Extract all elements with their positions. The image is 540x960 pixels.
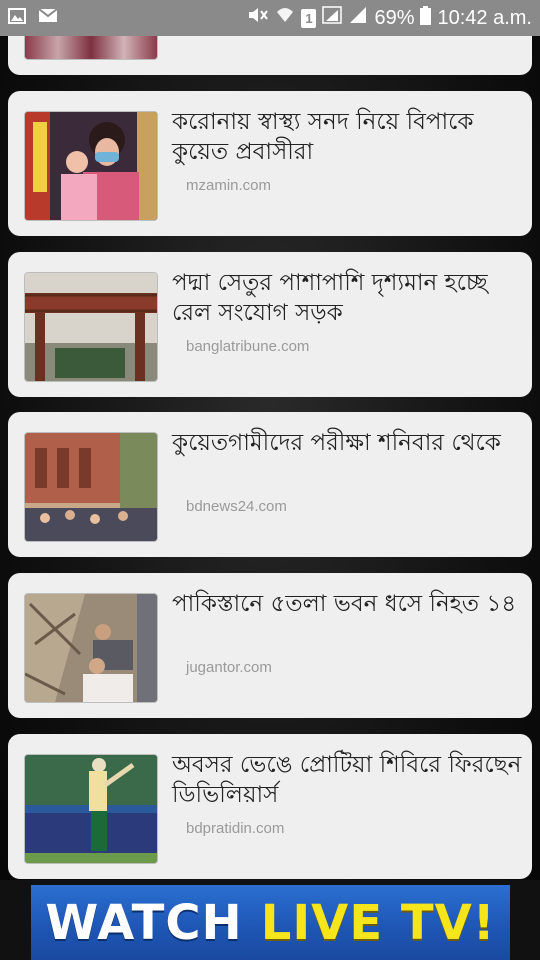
news-thumbnail (24, 593, 158, 703)
news-card[interactable]: পদ্মা সেতুর পাশাপাশি দৃশ্যমান হচ্ছে রেল … (8, 252, 532, 397)
news-source: jugantor.com (186, 659, 272, 676)
news-source: mzamin.com (186, 177, 272, 194)
news-thumbnail (24, 111, 158, 221)
sim-icon: 1 (301, 8, 317, 28)
news-card[interactable]: পাকিস্তানে ৫তলা ভবন ধসে নিহত ১৪ jugantor… (8, 573, 532, 718)
mail-icon (38, 8, 58, 28)
news-source: bdpratidin.com (186, 820, 285, 837)
signal-icon (348, 6, 368, 30)
news-card[interactable]: কুয়েতগামীদের পরীক্ষা শনিবার থেকে bdnews… (8, 412, 532, 557)
mute-icon (247, 6, 269, 30)
news-headline[interactable]: পদ্মা সেতুর পাশাপাশি দৃশ্যমান হচ্ছে রেল … (172, 268, 522, 328)
news-source: banglatribune.com (186, 338, 310, 355)
news-headline[interactable]: করোনায় স্বাস্থ্য সনদ নিয়ে বিপাকে কুয়ে… (172, 107, 522, 167)
news-thumbnail (24, 432, 158, 542)
banner-word-live-tv: LIVE TV! (260, 894, 496, 951)
news-thumbnail (24, 754, 158, 864)
gallery-icon (8, 7, 26, 29)
signal-icon (322, 6, 343, 30)
status-bar: 1 69% 10:42 a.m. (0, 0, 540, 36)
wifi-icon (275, 6, 295, 30)
news-headline[interactable]: কুয়েতগামীদের পরীক্ষা শনিবার থেকে (172, 428, 522, 458)
battery-percent: 69% (374, 6, 415, 29)
clock: 10:42 a.m. (437, 6, 532, 29)
news-headline[interactable]: পাকিস্তানে ৫তলা ভবন ধসে নিহত ১৪ (172, 589, 522, 619)
news-source: bdnews24.com (186, 498, 287, 515)
battery-icon (420, 5, 432, 31)
sim-slot-label: 1 (305, 10, 313, 26)
banner-word-watch: WATCH (45, 894, 243, 951)
news-headline[interactable]: অবসর ভেঙে প্রোটিয়া শিবিরে ফিরছেন ডিভিলি… (172, 750, 522, 810)
news-card[interactable]: করোনায় স্বাস্থ্য সনদ নিয়ে বিপাকে কুয়ে… (8, 91, 532, 236)
watch-live-tv-banner[interactable]: WATCH LIVE TV! (31, 885, 510, 960)
news-thumbnail (24, 272, 158, 382)
news-card[interactable]: অবসর ভেঙে প্রোটিয়া শিবিরে ফিরছেন ডিভিলি… (8, 734, 532, 879)
